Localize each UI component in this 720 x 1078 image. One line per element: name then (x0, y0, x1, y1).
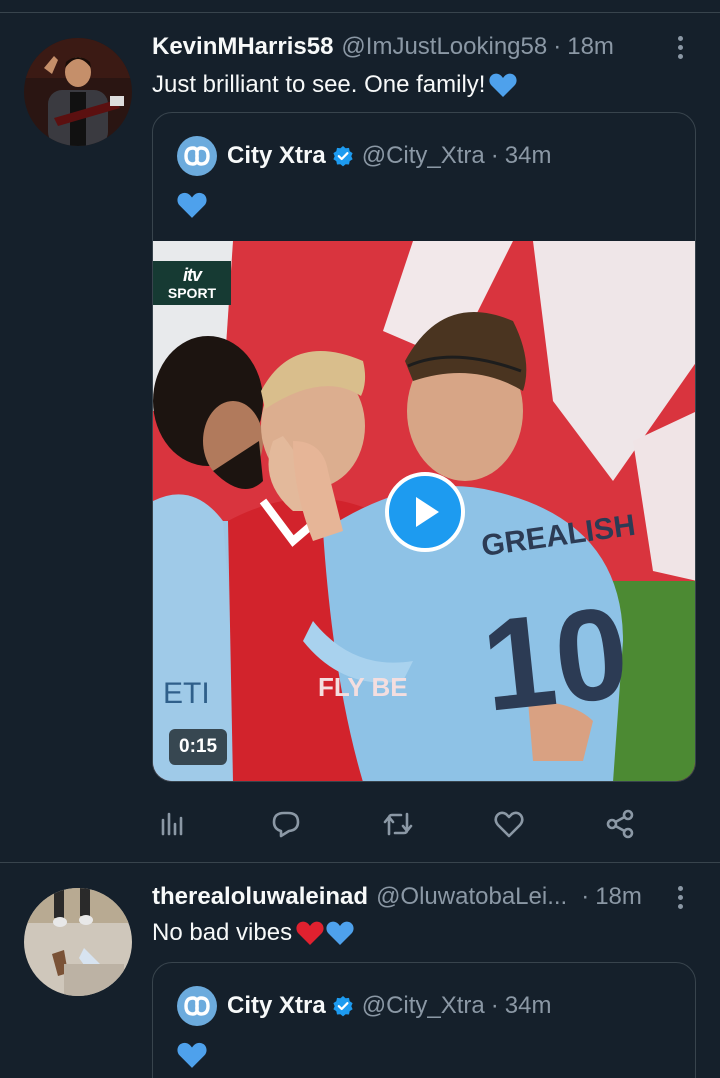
display-name[interactable]: therealoluwaleinad (152, 883, 368, 911)
timestamp[interactable]: 18m (595, 883, 642, 911)
quoted-display-name[interactable]: City Xtra (227, 142, 326, 170)
display-name[interactable]: KevinMHarris58 (152, 33, 333, 61)
blue-heart-icon (326, 921, 354, 945)
avatar-image (24, 888, 132, 996)
quoted-user-handle[interactable]: @City_Xtra (362, 142, 485, 170)
avatar-image (24, 38, 132, 146)
retweet-icon (383, 812, 413, 836)
itv-logo: itv (182, 265, 202, 285)
city-xtra-logo-icon (184, 996, 210, 1016)
avatar[interactable] (24, 38, 132, 146)
user-handle[interactable]: @ImJustLooking58 (341, 33, 547, 61)
blue-heart-icon (177, 192, 207, 218)
play-icon (416, 497, 439, 527)
tweet-text: Just brilliant to see. One family! (152, 68, 518, 102)
tweet-divider (0, 862, 720, 863)
reply-icon (272, 811, 300, 838)
retweet-button[interactable] (376, 800, 420, 848)
itv-sport-label: SPORT (167, 285, 217, 301)
quoted-timestamp[interactable]: 34m (505, 992, 552, 1020)
more-options-icon[interactable] (665, 880, 695, 914)
itv-sport-badge: itv SPORT (153, 261, 231, 305)
shirt-sponsor: FLY BE (318, 672, 408, 702)
avatar[interactable] (24, 888, 132, 996)
share-icon (606, 809, 634, 839)
tweet-header: KevinMHarris58 @ImJustLooking58 · 18m (152, 30, 614, 64)
jersey-number: 10 (476, 579, 635, 739)
tweet-body: No bad vibes (152, 919, 293, 946)
top-divider (0, 12, 720, 13)
separator-dot: · (490, 992, 499, 1019)
video-duration: 0:15 (169, 729, 228, 765)
quoted-tweet-header: City Xtra @City_Xtra · 34m (177, 135, 551, 177)
quoted-tweet-header: City Xtra @City_Xtra · 34m (177, 985, 551, 1027)
user-handle[interactable]: @OluwatobaLei... (376, 883, 567, 911)
city-xtra-avatar (177, 986, 217, 1026)
like-button[interactable] (487, 800, 531, 848)
reply-button[interactable] (264, 800, 308, 848)
timestamp[interactable]: 18m (567, 33, 614, 61)
share-button[interactable] (598, 800, 642, 848)
more-options-icon[interactable] (665, 30, 695, 64)
quoted-tweet[interactable]: City Xtra @City_Xtra · 34m (152, 962, 696, 1078)
tweet-text: No bad vibes (152, 916, 354, 950)
blue-heart-icon (177, 1042, 207, 1068)
view-stats-button[interactable] (152, 800, 196, 848)
quoted-user-handle[interactable]: @City_Xtra (362, 992, 485, 1020)
shirt-sponsor-city: ETI (163, 677, 210, 710)
city-xtra-avatar (177, 136, 217, 176)
city-xtra-logo-icon (184, 146, 210, 166)
separator-dot: · (553, 33, 562, 60)
tweet-actions (152, 800, 642, 848)
stats-icon (161, 812, 183, 836)
like-icon (494, 811, 524, 838)
separator-dot: · (490, 142, 499, 169)
separator-dot: · (581, 883, 590, 910)
blue-heart-icon (489, 73, 518, 97)
verified-badge-icon (333, 996, 353, 1017)
verified-badge-icon (333, 146, 353, 167)
red-heart-icon (296, 921, 324, 945)
quoted-display-name[interactable]: City Xtra (227, 992, 326, 1020)
tweet-header: therealoluwaleinad @OluwatobaLei... · 18… (152, 880, 642, 914)
video-player[interactable]: GREALISH 10 FLY BE ETI itv SPORT 0:15 (153, 241, 695, 781)
tweet-body: Just brilliant to see. One family! (152, 71, 486, 98)
play-button[interactable] (385, 472, 465, 552)
quoted-timestamp[interactable]: 34m (505, 142, 552, 170)
quoted-tweet[interactable]: City Xtra @City_Xtra · 34m (152, 112, 696, 782)
